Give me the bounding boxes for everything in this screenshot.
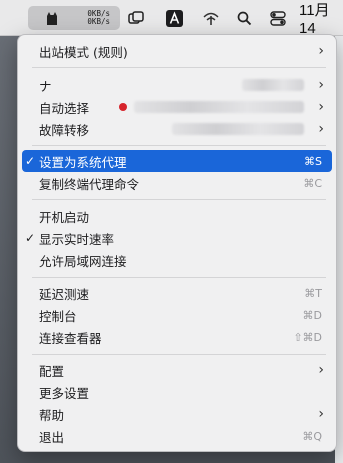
menu-item-show-speed[interactable]: ✓ 显示实时速率 bbox=[22, 227, 332, 249]
network-speed[interactable]: 0KB/s 0KB/s bbox=[78, 10, 110, 26]
menu-item-label: 开机启动 bbox=[39, 209, 90, 225]
menu-item-shortcut: ⇧⌘D bbox=[293, 330, 322, 344]
flag-icon bbox=[119, 103, 127, 111]
dropdown-menu: 出站模式 (规则) › ナ › 自动选择 › 故障转移 › ✓ 设置为系统代理 … bbox=[17, 34, 337, 452]
menu-item-proxy-group[interactable]: ナ › bbox=[22, 74, 332, 96]
menu-item-failover[interactable]: 故障转移 › bbox=[22, 118, 332, 140]
menu-item-quit[interactable]: 退出 ⌘Q bbox=[22, 425, 332, 447]
menu-item-label: 复制终端代理命令 bbox=[39, 176, 140, 192]
menu-item-auto-select[interactable]: 自动选择 › bbox=[22, 96, 332, 118]
search-icon[interactable] bbox=[233, 0, 255, 36]
menu-bar: 0KB/s 0KB/s 11月14 bbox=[0, 0, 343, 37]
menu-item-label: ナ bbox=[39, 78, 52, 94]
menu-item-label: 出站模式 (规则) bbox=[39, 44, 128, 60]
menu-item-set-system-proxy[interactable]: ✓ 设置为系统代理 ⌘S bbox=[22, 150, 332, 172]
menu-item-outbound-mode[interactable]: 出站模式 (规则) › bbox=[22, 40, 332, 62]
menu-item-launch-at-login[interactable]: 开机启动 bbox=[22, 205, 332, 227]
menu-item-label: 故障转移 bbox=[39, 122, 90, 138]
menu-item-shortcut: ⌘T bbox=[304, 286, 322, 300]
menu-item-label: 退出 bbox=[39, 429, 65, 445]
menu-item-label: 自动选择 bbox=[39, 100, 90, 116]
checkmark-icon: ✓ bbox=[25, 154, 36, 168]
chevron-right-icon: › bbox=[318, 121, 324, 137]
menu-item-label: 显示实时速率 bbox=[39, 231, 115, 247]
download-speed: 0KB/s bbox=[87, 17, 110, 26]
menu-item-shortcut: ⌘Q bbox=[302, 429, 322, 443]
cat-app-icon[interactable] bbox=[38, 0, 66, 36]
control-center-icon[interactable] bbox=[266, 0, 290, 36]
menu-item-label: 设置为系统代理 bbox=[39, 154, 127, 170]
redacted-text bbox=[172, 123, 304, 135]
menu-item-shortcut: ⌘C bbox=[303, 176, 322, 190]
window-switch-icon[interactable] bbox=[124, 0, 148, 36]
menu-separator bbox=[32, 199, 326, 200]
menu-item-config[interactable]: 配置 › bbox=[22, 359, 332, 381]
chevron-right-icon: › bbox=[318, 43, 324, 59]
menu-item-connection-viewer[interactable]: 连接查看器 ⇧⌘D bbox=[22, 326, 332, 348]
menu-separator bbox=[32, 277, 326, 278]
menu-separator bbox=[32, 145, 326, 146]
menu-separator bbox=[32, 67, 326, 68]
menu-item-dashboard[interactable]: 控制台 ⌘D bbox=[22, 304, 332, 326]
menu-item-allow-lan[interactable]: 允许局域网连接 bbox=[22, 249, 332, 271]
menu-item-label: 控制台 bbox=[39, 308, 77, 324]
menu-item-latency-test[interactable]: 延迟测速 ⌘T bbox=[22, 282, 332, 304]
menu-item-label: 允许局域网连接 bbox=[39, 253, 127, 269]
menu-item-shortcut: ⌘D bbox=[302, 308, 322, 322]
menu-item-label: 配置 bbox=[39, 363, 65, 379]
redacted-text bbox=[242, 79, 304, 91]
menu-item-label: 连接查看器 bbox=[39, 330, 102, 346]
chevron-right-icon: › bbox=[318, 406, 324, 422]
menu-separator bbox=[32, 354, 326, 355]
menu-item-more-settings[interactable]: 更多设置 bbox=[22, 381, 332, 403]
menu-item-shortcut: ⌘S bbox=[304, 154, 322, 168]
menu-item-copy-terminal-command[interactable]: 复制终端代理命令 ⌘C bbox=[22, 172, 332, 194]
checkmark-icon: ✓ bbox=[25, 231, 36, 245]
redacted-text bbox=[134, 101, 304, 113]
menu-bar-clock[interactable]: 11月14 bbox=[299, 0, 343, 37]
menu-item-help[interactable]: 帮助 › bbox=[22, 403, 332, 425]
menu-item-label: 更多设置 bbox=[39, 385, 90, 401]
chevron-right-icon: › bbox=[318, 362, 324, 378]
menu-item-label: 帮助 bbox=[39, 407, 65, 423]
wifi-disabled-icon[interactable] bbox=[199, 0, 223, 36]
input-source-icon[interactable] bbox=[163, 0, 185, 36]
chevron-right-icon: › bbox=[318, 77, 324, 93]
chevron-right-icon: › bbox=[318, 99, 324, 115]
menu-item-label: 延迟测速 bbox=[39, 286, 90, 302]
